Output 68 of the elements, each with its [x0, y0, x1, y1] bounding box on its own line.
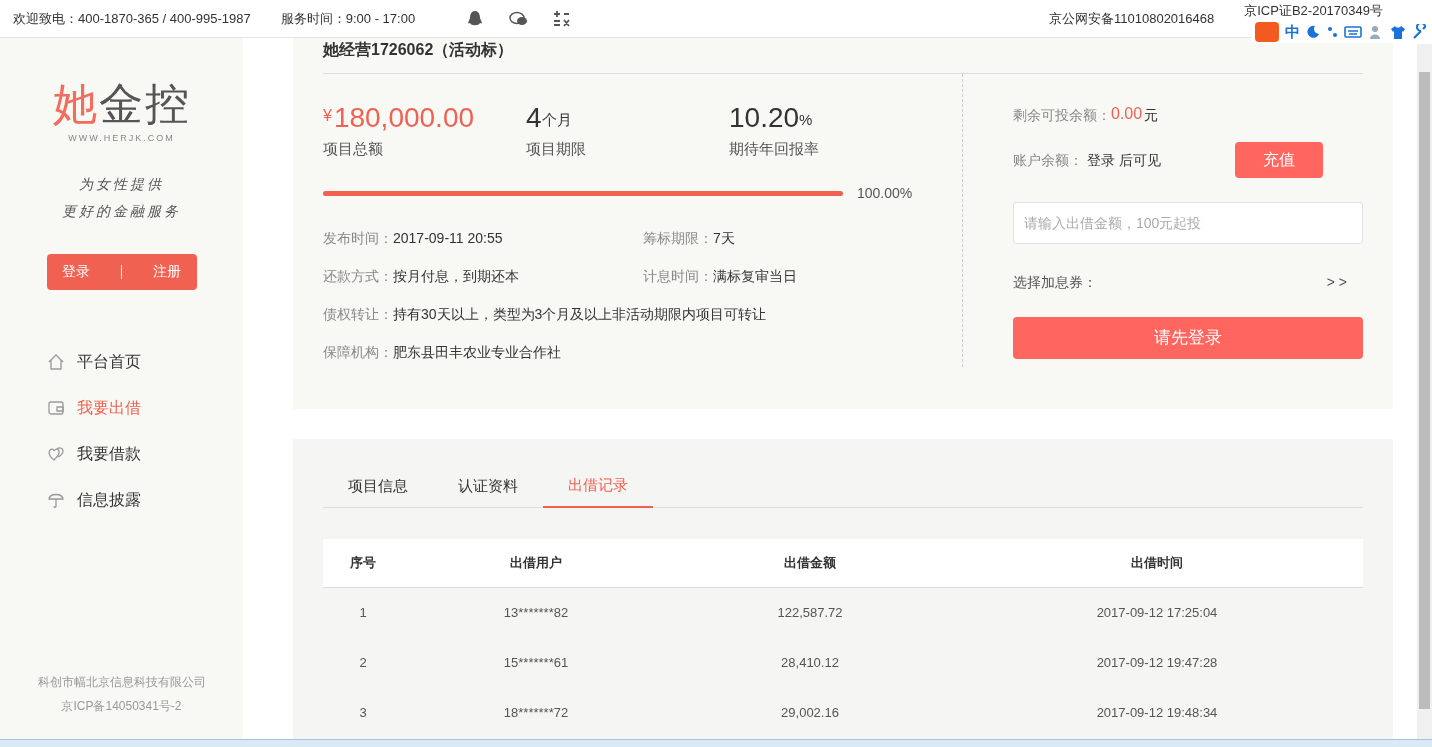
detail-text: 还款方式：按月付息，到期还本 [323, 266, 520, 286]
table-cell-text: 1 [358, 603, 368, 622]
calculator-icon[interactable] [553, 9, 572, 28]
table-cell-text: 15*******61 [502, 653, 570, 672]
stat-value: ¥180,000.00 [323, 101, 476, 132]
wallet-icon [46, 398, 65, 417]
column-header: 出借时间 [1130, 553, 1184, 572]
project-title: 她经营1726062（活动标） [323, 40, 1363, 74]
tab[interactable]: 出借记录 [543, 464, 653, 508]
icp-license: 京ICP证B2-20170349号 [1244, 3, 1383, 19]
ime-logo [1255, 22, 1279, 42]
table-cell-text: 2017-09-12 19:47:28 [1095, 653, 1219, 672]
table-cell-text: 2017-09-12 19:48:34 [1095, 703, 1219, 722]
footer-text: 京ICP备14050341号-2 [61, 698, 182, 715]
shirt-icon[interactable] [1390, 24, 1406, 40]
footer-text: 科创市幅北京信息科技有限公司 [37, 674, 206, 691]
stat-label: 项目期限 [526, 139, 587, 159]
logo-wordmark: 金控 [98, 82, 191, 126]
table-cell-text: 18*******72 [502, 703, 570, 722]
sidebar-nav-item[interactable]: 我要借款 [46, 443, 197, 464]
amount-input[interactable]: 请输入出借金额，100元起投 [1013, 202, 1363, 244]
punctuation-icon[interactable] [1326, 25, 1338, 39]
slogan-line: 为女性提供 [79, 174, 164, 194]
remaining-amount: 剩余可投余额：0.00 元 [1013, 104, 1160, 125]
recharge-button[interactable]: 充值 [1235, 142, 1323, 178]
stat-label: 期待年回报率 [729, 139, 820, 159]
table-cell-text: 3 [358, 703, 368, 722]
service-hours: 服务时间：9:00 - 17:00 [280, 9, 416, 28]
hotline-text: 欢迎致电：400-1870-365 / 400-995-1987 [13, 9, 251, 28]
house-icon [46, 352, 65, 371]
register-button[interactable]: 注册 [153, 261, 181, 282]
logo-mark: 她 [52, 82, 99, 126]
keyboard-icon[interactable] [1344, 25, 1362, 39]
detail-text: 发布时间：2017-09-11 20:55 [323, 228, 504, 248]
column-header: 序号 [349, 553, 377, 572]
progress-reading: 100.00% [857, 183, 913, 203]
detail-text: 债权转让：持有30天以上，类型为3个月及以上非活动期限内项目可转让 [323, 304, 767, 324]
coupon-link[interactable]: > > [1326, 272, 1347, 293]
table-cell-text: 2017-09-12 17:25:04 [1095, 603, 1219, 622]
hearts-icon [46, 444, 65, 463]
sidebar-nav-item[interactable]: 我要出借 [46, 397, 197, 418]
detail-text: 保障机构：肥东县田丰农业专业合作社 [323, 342, 562, 362]
sidebar-nav-item[interactable]: 信息披露 [46, 489, 197, 510]
stat-label: 项目总额 [323, 139, 384, 159]
table-cell-text: 28,410.12 [780, 653, 840, 672]
tab[interactable]: 项目信息 [323, 464, 433, 508]
table-cell-text: 2 [358, 653, 368, 672]
penguin-icon[interactable] [467, 9, 484, 28]
detail-text: 筹标期限：7天 [643, 228, 735, 248]
submit-button[interactable]: 请先登录 [1013, 317, 1363, 359]
chat-icon[interactable] [509, 10, 530, 27]
slogan-line: 更好的金融服务 [62, 201, 181, 221]
tab[interactable]: 认证资料 [433, 464, 543, 508]
column-header: 出借用户 [509, 553, 563, 572]
account-balance: 账户余额： 登录 后可见 [1013, 150, 1161, 170]
stat-value: 4个月 [526, 101, 573, 132]
stat-value: 10.20% [729, 101, 814, 132]
coupon-label: 选择加息券： [1013, 273, 1097, 292]
login-button[interactable]: 登录 [62, 261, 90, 282]
table-cell-text: 13*******82 [502, 603, 570, 622]
detail-text: 计息时间：满标复审当日 [643, 266, 797, 286]
column-header: 出借金额 [783, 553, 837, 572]
sidebar-nav-item[interactable]: 平台首页 [46, 351, 197, 372]
security-record: 京公网安备11010802016468 [1049, 9, 1215, 28]
logo-url: WWW.HERJK.COM [68, 132, 175, 145]
moon-icon[interactable] [1306, 25, 1320, 39]
table-cell-text: 122,587.72 [776, 603, 844, 622]
table-cell-text: 29,002.16 [780, 703, 840, 722]
